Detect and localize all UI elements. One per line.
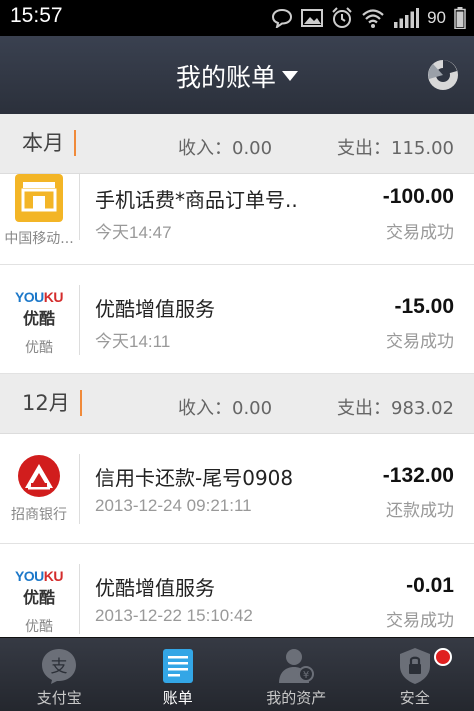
transaction-status: 交易成功: [386, 223, 454, 243]
bill-icon: [162, 649, 193, 683]
tab-label: 账单: [162, 689, 193, 707]
transaction-amount: -15.00: [394, 295, 454, 318]
transaction-title: 信用卡还款-尾号0908: [95, 466, 294, 490]
tab-label: 安全: [399, 689, 430, 707]
section-income: 收入：0.00: [178, 138, 273, 159]
transaction-status: 还款成功: [386, 501, 454, 521]
tab-assets[interactable]: ¥ 我的资产: [237, 638, 356, 711]
merchant-name: 招商银行: [11, 507, 67, 523]
page-title: 我的账单: [175, 63, 276, 92]
image-icon: [301, 9, 324, 27]
transaction-status: 交易成功: [386, 611, 454, 631]
bill-filter-dropdown[interactable]: 我的账单: [0, 58, 474, 94]
divider: [79, 564, 80, 634]
assets-user-icon: ¥: [279, 649, 315, 683]
alipay-icon: 支: [42, 649, 77, 684]
cmb-logo: [0, 454, 78, 498]
transaction-row[interactable]: YOUKU 优酷 优酷 优酷增值服务 2013-12-22 15:10:42 -…: [0, 544, 474, 637]
transaction-row[interactable]: 招商银行 信用卡还款-尾号0908 2013-12-24 09:21:11 -1…: [0, 434, 474, 544]
transaction-date: 2013-12-22 15:10:42: [95, 606, 253, 625]
divider: [79, 174, 80, 240]
transaction-row[interactable]: 中国移动... 手机话费*商品订单号.. 今天14:47 -100.00 交易成…: [0, 174, 474, 265]
transaction-amount: -132.00: [382, 464, 454, 487]
signal-icon: [394, 8, 420, 28]
transaction-title: 优酷增值服务: [95, 576, 215, 600]
alarm-icon: [332, 7, 352, 28]
status-time: 15:57: [10, 4, 63, 27]
month-section-header: 本月 收入：0.00 支出：115.00: [0, 114, 474, 174]
chat-bubble-icon: [272, 8, 293, 28]
transaction-amount: -0.01: [406, 574, 454, 597]
divider: [79, 285, 80, 355]
app-header: 我的账单: [0, 36, 474, 114]
bill-list[interactable]: 本月 收入：0.00 支出：115.00 中国移动... 手机话费*商品订单号.…: [0, 114, 474, 637]
tab-label: 我的资产: [266, 689, 327, 707]
merchant-name: 优酷: [25, 619, 53, 635]
bottom-tab-bar: 支 支付宝 账单 ¥ 我的资产 安全: [0, 637, 474, 711]
month-section-header: 12月 收入：0.00 支出：983.02: [0, 374, 474, 434]
battery-level: 90: [427, 8, 446, 27]
transaction-amount: -100.00: [382, 185, 454, 208]
tab-security[interactable]: 安全: [356, 638, 474, 711]
section-month: 12月: [22, 390, 82, 416]
transaction-date: 今天14:11: [95, 332, 171, 351]
transaction-status: 交易成功: [386, 332, 454, 352]
tab-alipay[interactable]: 支 支付宝: [0, 638, 119, 711]
section-month: 本月: [22, 130, 76, 156]
transaction-date: 今天14:47: [95, 223, 172, 242]
youku-logo: YOUKU 优酷: [14, 568, 64, 607]
svg-text:¥: ¥: [303, 670, 309, 681]
section-expense: 支出：983.02: [337, 398, 454, 419]
section-income: 收入：0.00: [178, 398, 273, 419]
tab-label: 支付宝: [36, 689, 82, 707]
pie-chart-icon[interactable]: [426, 58, 460, 92]
transaction-row[interactable]: YOUKU 优酷 优酷 优酷增值服务 今天14:11 -15.00 交易成功: [0, 265, 474, 374]
divider: [79, 454, 80, 524]
shield-lock-icon: [399, 648, 430, 684]
youku-logo: YOUKU 优酷: [14, 289, 64, 328]
status-icons: 90: [271, 6, 466, 30]
wifi-icon: [362, 9, 384, 28]
transaction-title: 优酷增值服务: [95, 297, 215, 321]
battery-icon: [454, 7, 466, 29]
transaction-title: 手机话费*商品订单号..: [95, 188, 298, 212]
shop-icon: [0, 174, 78, 224]
notification-badge: [434, 648, 452, 666]
merchant-name: 中国移动...: [4, 231, 74, 247]
section-expense: 支出：115.00: [337, 138, 454, 159]
tab-bill[interactable]: 账单: [119, 638, 238, 711]
transaction-date: 2013-12-24 09:21:11: [95, 496, 252, 515]
svg-text:支: 支: [51, 657, 68, 677]
caret-down-icon: [282, 71, 298, 81]
status-bar: 15:57 90: [0, 0, 474, 36]
merchant-name: 优酷: [25, 340, 53, 356]
